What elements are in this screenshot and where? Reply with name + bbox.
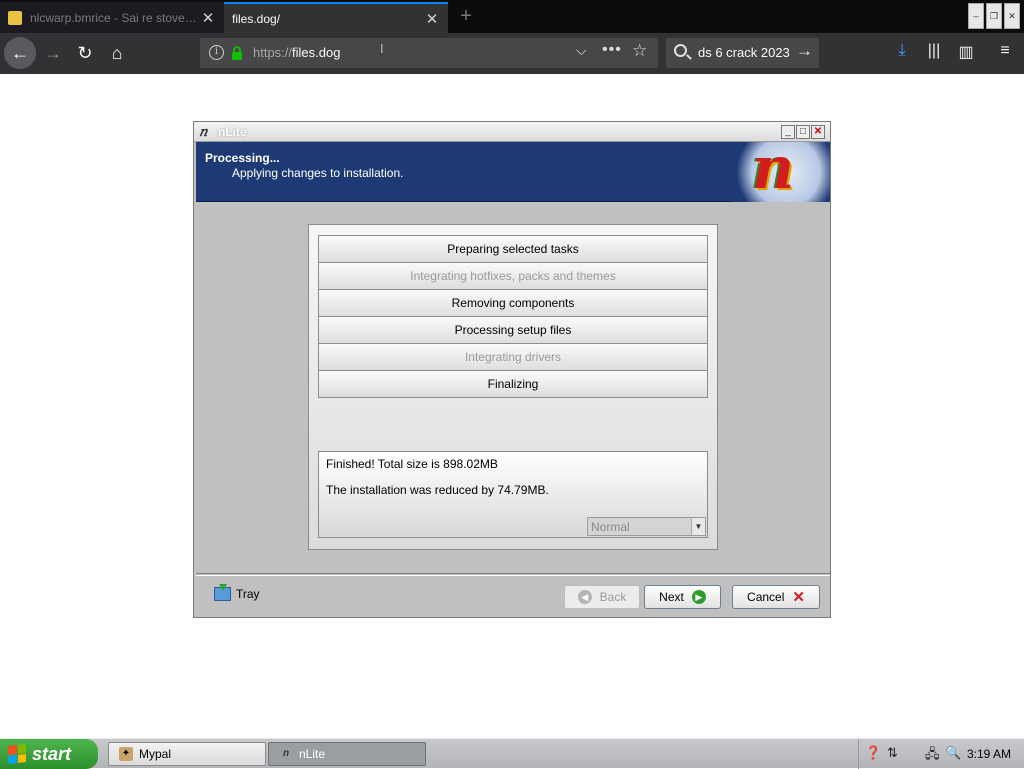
task-list: Preparing selected tasks Integrating hot… bbox=[318, 235, 708, 398]
page-subtitle: Applying changes to installation. bbox=[232, 166, 404, 180]
close-icon[interactable]: ✕ bbox=[811, 125, 825, 139]
wizard-footer: Tray ◀ Back Next ▶ Cancel ✕ bbox=[196, 575, 830, 617]
nlite-app-icon: n bbox=[282, 748, 290, 759]
nlite-logo: n bbox=[732, 142, 830, 202]
url-bar[interactable]: i https://files.dog ⌵ ••• ☆ bbox=[200, 38, 658, 68]
reload-icon[interactable]: ↻ bbox=[69, 37, 101, 69]
task-item: Processing setup files bbox=[318, 316, 708, 344]
info-icon[interactable]: i bbox=[209, 45, 224, 60]
taskbar-item-nlite[interactable]: n nLite bbox=[268, 742, 426, 766]
text-cursor-icon: I bbox=[380, 41, 384, 56]
status-log: Finished! Total size is 898.02MB The ins… bbox=[318, 451, 708, 538]
search-icon[interactable]: 🔍 bbox=[945, 745, 961, 761]
new-tab-icon[interactable]: + bbox=[454, 4, 478, 28]
lock-icon bbox=[232, 46, 242, 60]
task-panel: Preparing selected tasks Integrating hot… bbox=[308, 224, 718, 550]
more-actions-icon[interactable]: ••• bbox=[602, 41, 622, 59]
priority-select-value: Normal bbox=[591, 520, 630, 534]
search-bar[interactable]: ds 6 crack 2023 → bbox=[666, 38, 819, 68]
next-button[interactable]: Next ▶ bbox=[644, 585, 721, 609]
browser-tab-strip: nlcwarp.bmrice - Sai re stove rewind ✕ f… bbox=[0, 0, 1024, 33]
tray-button[interactable]: Tray bbox=[214, 584, 260, 601]
wizard-header: Processing... Applying changes to instal… bbox=[196, 142, 830, 202]
help-icon[interactable]: ❓ bbox=[865, 745, 881, 761]
hamburger-menu-icon[interactable]: ≡ bbox=[995, 42, 1015, 64]
mypal-app-icon: ✦ bbox=[119, 747, 133, 761]
taskbar: start ✦ Mypal n nLite ❓ ⇅ 🖧 🔍 3:19 AM bbox=[0, 738, 1024, 769]
chevron-down-icon[interactable]: ▼ bbox=[691, 518, 705, 535]
window-titlebar[interactable]: 𝑛 nLite _ □ ✕ bbox=[194, 122, 830, 142]
start-label: start bbox=[32, 743, 72, 764]
log-line: The installation was reduced by 74.79MB. bbox=[326, 483, 549, 497]
windows-logo-icon bbox=[8, 744, 26, 764]
page-title: Processing... bbox=[205, 151, 280, 165]
browser-navigation-bar: ← → ↻ ⌂ i https://files.dog ⌵ ••• ☆ ds 6… bbox=[0, 33, 1024, 74]
language-icon[interactable]: ⇅ bbox=[887, 745, 898, 761]
priority-select[interactable]: Normal ▼ bbox=[587, 517, 706, 536]
maximize-icon[interactable]: □ bbox=[796, 125, 810, 139]
cancel-label: Cancel bbox=[747, 590, 785, 604]
minimize-icon[interactable]: _ bbox=[781, 125, 795, 139]
network-icon[interactable]: 🖧 bbox=[925, 745, 940, 767]
next-arrow-icon: ▶ bbox=[691, 590, 706, 604]
nlite-window: 𝑛 nLite _ □ ✕ Processing... Applying cha… bbox=[193, 121, 831, 618]
tray-label: Tray bbox=[236, 587, 260, 601]
forward-arrow-icon[interactable]: → bbox=[37, 37, 69, 69]
cancel-button[interactable]: Cancel ✕ bbox=[732, 585, 820, 609]
back-arrow-icon: ◀ bbox=[577, 590, 592, 604]
task-item: Finalizing bbox=[318, 370, 708, 398]
back-label: Back bbox=[599, 590, 627, 604]
search-go-arrow-icon[interactable]: → bbox=[796, 41, 813, 61]
url-text[interactable]: https://files.dog bbox=[253, 45, 340, 60]
task-item: Integrating hotfixes, packs and themes bbox=[318, 262, 708, 290]
bookmark-star-icon[interactable]: ☆ bbox=[632, 41, 647, 61]
task-item: Removing components bbox=[318, 289, 708, 317]
nlite-app-icon: 𝑛 bbox=[199, 125, 208, 140]
chevron-down-icon[interactable]: ⌵ bbox=[576, 42, 587, 59]
taskbar-item-mypal[interactable]: ✦ Mypal bbox=[108, 742, 266, 766]
page-favicon-icon bbox=[8, 10, 22, 25]
search-icon bbox=[674, 44, 687, 57]
browser-tab-active[interactable]: files.dog/ ✕ bbox=[224, 2, 448, 33]
task-item: Preparing selected tasks bbox=[318, 235, 708, 263]
minimize-icon[interactable]: – bbox=[968, 3, 984, 29]
restore-icon[interactable]: ❐ bbox=[986, 3, 1002, 29]
close-tab-icon[interactable]: ✕ bbox=[200, 9, 216, 27]
library-icon[interactable]: ||| bbox=[924, 42, 944, 64]
tray-icon bbox=[214, 584, 231, 601]
next-label: Next bbox=[659, 590, 684, 604]
log-line: Finished! Total size is 898.02MB bbox=[326, 457, 498, 471]
taskbar-item-label: nLite bbox=[299, 747, 326, 761]
tab-title: files.dog/ bbox=[232, 11, 281, 26]
taskbar-item-label: Mypal bbox=[139, 747, 172, 761]
download-icon[interactable]: ⤓ bbox=[892, 42, 912, 64]
cancel-x-icon: ✕ bbox=[792, 589, 805, 606]
window-title: nLite bbox=[218, 125, 247, 139]
tab-title: nlcwarp.bmrice - Sai re stove rewind bbox=[30, 10, 200, 25]
close-icon[interactable]: ✕ bbox=[1004, 3, 1020, 29]
close-tab-icon[interactable]: ✕ bbox=[424, 10, 440, 28]
system-tray: ❓ ⇅ 🖧 🔍 3:19 AM bbox=[858, 739, 1024, 769]
sidebar-icon[interactable]: ▥ bbox=[956, 42, 976, 64]
home-icon[interactable]: ⌂ bbox=[101, 37, 133, 69]
task-item: Integrating drivers bbox=[318, 343, 708, 371]
start-button[interactable]: start bbox=[0, 739, 98, 769]
wizard-body: Preparing selected tasks Integrating hot… bbox=[196, 202, 830, 574]
clock: 3:19 AM bbox=[967, 747, 1012, 761]
browser-tab-inactive[interactable]: nlcwarp.bmrice - Sai re stove rewind ✕ bbox=[0, 2, 224, 33]
browser-window-controls: – ❐ ✕ bbox=[968, 3, 1020, 29]
back-arrow-icon[interactable]: ← bbox=[4, 37, 36, 69]
back-button[interactable]: ◀ Back bbox=[564, 585, 640, 609]
search-input[interactable]: ds 6 crack 2023 bbox=[698, 45, 790, 60]
